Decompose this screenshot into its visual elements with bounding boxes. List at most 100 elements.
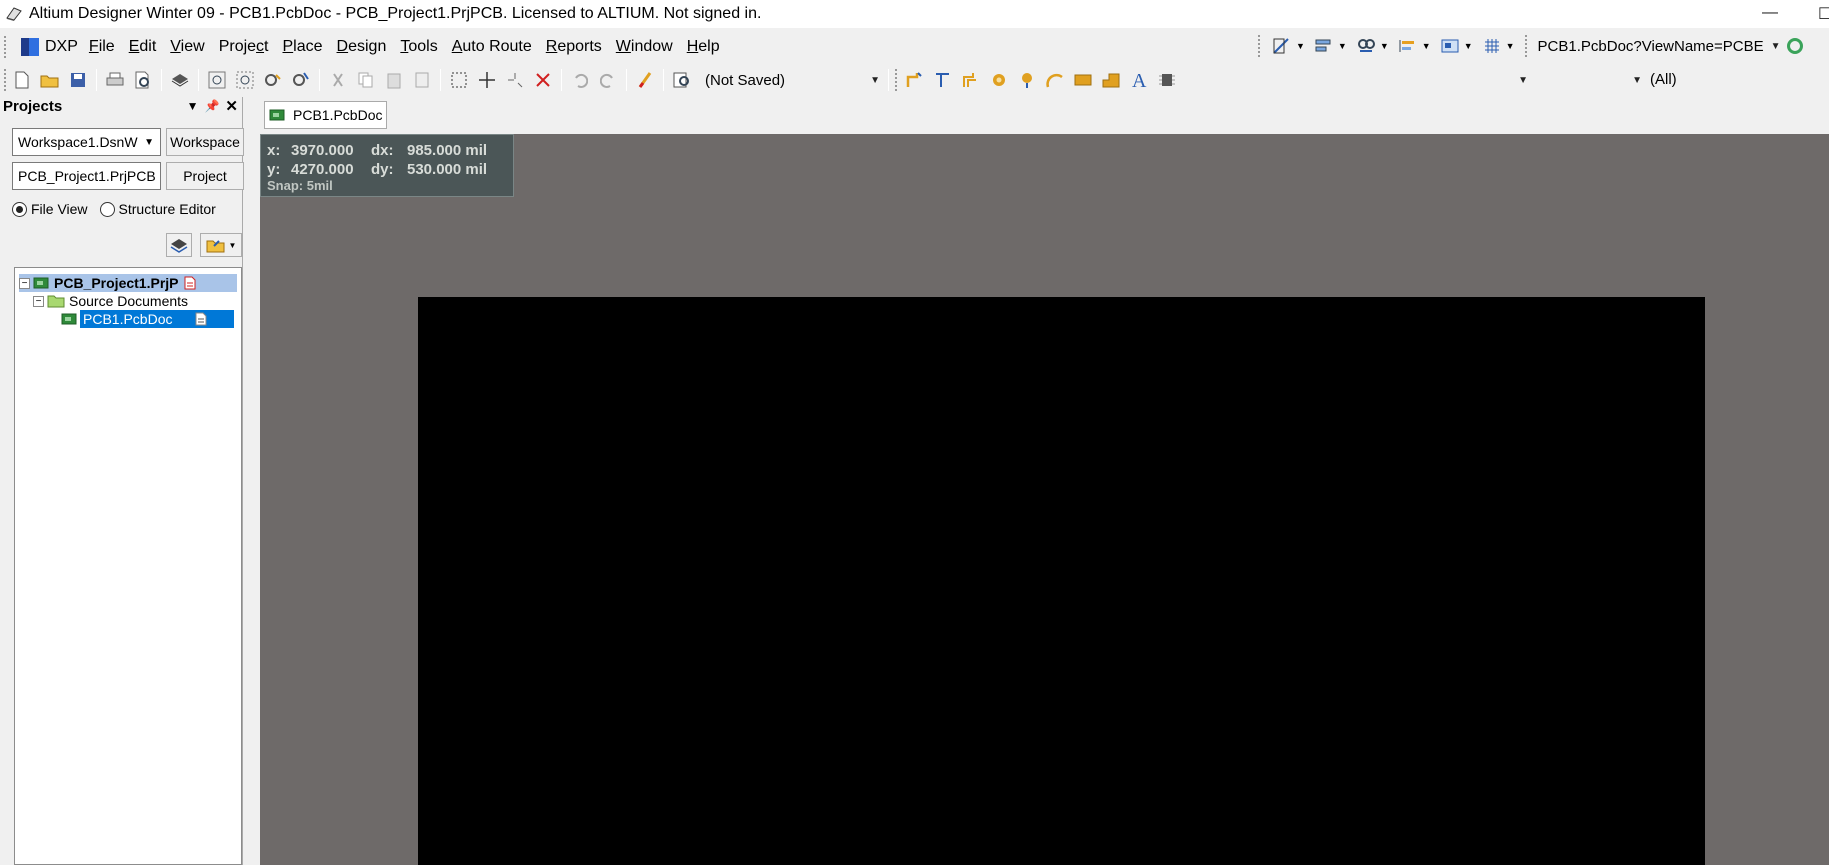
undo-icon[interactable] <box>569 69 591 91</box>
dx-label: dx: <box>371 142 394 159</box>
project-field[interactable]: PCB_Project1.PrjPCB <box>12 162 161 190</box>
minimize-button[interactable]: — <box>1762 4 1778 22</box>
chevron-down-icon[interactable]: ▼ <box>1380 41 1389 51</box>
fill-icon[interactable] <box>1072 69 1094 91</box>
diff-pair-routing-icon[interactable] <box>960 69 982 91</box>
align-icon[interactable] <box>1313 35 1335 57</box>
menu-tools[interactable]: Tools <box>393 38 444 56</box>
select-area-icon[interactable] <box>448 69 470 91</box>
separator <box>888 69 889 91</box>
design-rule-icon[interactable] <box>1271 35 1293 57</box>
distribute-icon[interactable] <box>1397 35 1419 57</box>
variant-combo[interactable]: (Not Saved) ▼ <box>700 68 884 92</box>
tree-item-project[interactable]: − PCB_Project1.PrjP <box>19 274 237 292</box>
workspace-value: Workspace1.DsnW <box>18 134 138 150</box>
view-name-combo[interactable]: PCB1.PcbDoc?ViewName=PCBE ▼ <box>1533 34 1785 58</box>
grid-icon[interactable] <box>1481 35 1503 57</box>
save-icon[interactable] <box>67 69 89 91</box>
zoom-area-icon[interactable] <box>234 69 256 91</box>
collapse-icon[interactable]: − <box>19 277 30 289</box>
structure-editor-radio[interactable] <box>99 201 115 217</box>
workspace-combo[interactable]: Workspace1.DsnW ▼ <box>12 128 161 156</box>
clear-filter-icon[interactable] <box>532 69 554 91</box>
via-icon[interactable] <box>1016 69 1038 91</box>
menu-project[interactable]: Project <box>212 38 276 56</box>
menu-file[interactable]: File <box>82 38 122 56</box>
cut-icon[interactable] <box>327 69 349 91</box>
menu-design[interactable]: Design <box>330 38 394 56</box>
open-folder-icon[interactable] <box>39 69 61 91</box>
menu-grip[interactable] <box>4 35 9 58</box>
dy-label: dy: <box>371 161 394 178</box>
filter-combo-1[interactable]: ▼ <box>1418 68 1532 92</box>
pcb-board[interactable] <box>418 297 1705 865</box>
layers-icon <box>170 239 188 253</box>
dxp-menu[interactable]: DXP <box>21 37 78 56</box>
rooms-icon[interactable] <box>1439 35 1461 57</box>
copy-icon[interactable] <box>355 69 377 91</box>
print-icon[interactable] <box>104 69 126 91</box>
panel-menu-icon[interactable]: ▼ <box>187 99 199 113</box>
filter-all-label[interactable]: (All) <box>1650 71 1677 88</box>
maximize-button[interactable]: ☐ <box>1818 4 1829 24</box>
zoom-selected-icon[interactable] <box>262 69 284 91</box>
polygon-pour-icon[interactable] <box>1100 69 1122 91</box>
tree-item-pcb-document[interactable]: PCB1.PcbDoc <box>61 310 237 328</box>
layers-button[interactable] <box>166 233 192 257</box>
chevron-down-icon[interactable]: ▼ <box>1506 41 1515 51</box>
open-project-icon <box>206 240 225 253</box>
refresh-icon[interactable] <box>1786 38 1803 54</box>
menu-view[interactable]: View <box>163 38 211 56</box>
component-icon[interactable] <box>1156 69 1178 91</box>
browse-components-icon[interactable] <box>671 69 693 91</box>
project-name: PCB_Project1.PrjP <box>54 275 179 291</box>
chevron-down-icon[interactable]: ▼ <box>1464 41 1473 51</box>
heads-up-display: x: 3970.000 dx: 985.000 mil y: 4270.000 … <box>260 134 514 197</box>
filter-combo-2[interactable]: ▼ <box>1532 68 1646 92</box>
multi-routing-icon[interactable] <box>932 69 954 91</box>
rubber-stamp-icon[interactable] <box>411 69 433 91</box>
menu-reports[interactable]: Reports <box>539 38 609 56</box>
string-text-icon[interactable]: A <box>1128 69 1150 91</box>
structure-editor-label: Structure Editor <box>118 201 216 217</box>
arc-icon[interactable] <box>1044 69 1066 91</box>
pcb-document-icon <box>269 109 285 121</box>
menu-place[interactable]: Place <box>276 38 330 56</box>
interactive-routing-icon[interactable] <box>904 69 926 91</box>
redo-icon[interactable] <box>597 69 619 91</box>
menu-edit[interactable]: Edit <box>122 38 164 56</box>
pin-icon[interactable]: 📌 <box>204 99 219 113</box>
project-button[interactable]: Project <box>166 162 244 190</box>
move-icon[interactable] <box>476 69 498 91</box>
file-view-radio[interactable] <box>12 201 27 217</box>
dxp-label: DXP <box>45 37 78 55</box>
find-similar-icon[interactable] <box>1355 35 1377 57</box>
zoom-filtered-icon[interactable] <box>290 69 312 91</box>
menu-auto-route[interactable]: Auto Route <box>445 38 539 56</box>
chevron-down-icon[interactable]: ▼ <box>1338 41 1347 51</box>
tab-pcb1-pcbdoc[interactable]: PCB1.PcbDoc <box>264 101 388 129</box>
menu-window[interactable]: Window <box>609 38 680 56</box>
document-name: PCB1.PcbDoc <box>83 311 173 327</box>
layer-stack-icon[interactable] <box>169 69 191 91</box>
paste-icon[interactable] <box>383 69 405 91</box>
toolbar-grip <box>4 69 8 91</box>
chevron-down-icon[interactable]: ▼ <box>1422 41 1431 51</box>
standard-toolbar: (Not Saved) ▼ A ▼ ▼ (All) <box>0 64 1829 96</box>
separator <box>626 69 627 91</box>
chevron-down-icon: ▼ <box>1518 74 1528 86</box>
menu-help[interactable]: Help <box>680 38 727 56</box>
zoom-fit-icon[interactable] <box>206 69 228 91</box>
new-file-icon[interactable] <box>11 69 33 91</box>
project-options-button[interactable]: ▼ <box>200 233 242 257</box>
workspace-button[interactable]: Workspace <box>166 128 244 156</box>
separator <box>319 69 320 91</box>
close-icon[interactable]: ✕ <box>225 97 238 115</box>
print-preview-icon[interactable] <box>132 69 154 91</box>
collapse-icon[interactable]: − <box>33 295 44 307</box>
chevron-down-icon[interactable]: ▼ <box>1296 41 1305 51</box>
deselect-icon[interactable] <box>504 69 526 91</box>
tree-item-source-documents[interactable]: − Source Documents <box>33 292 237 310</box>
cross-probe-icon[interactable] <box>634 69 656 91</box>
pad-icon[interactable] <box>988 69 1010 91</box>
